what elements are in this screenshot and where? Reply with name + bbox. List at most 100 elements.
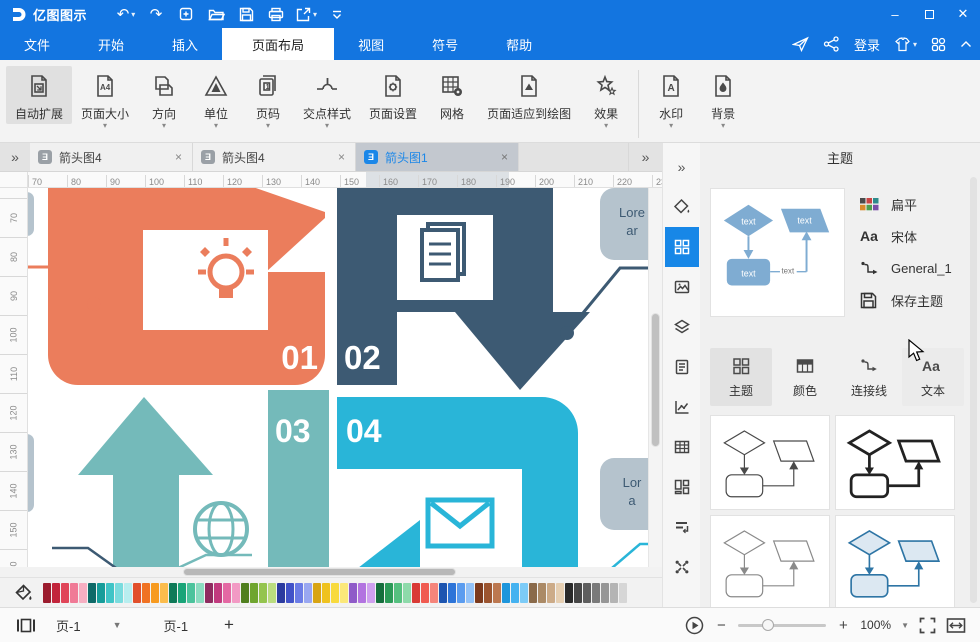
color-swatch[interactable] [232, 583, 240, 603]
menu-item-symbols[interactable]: 符号 [408, 28, 482, 60]
page-selector-caret-icon[interactable]: ▼ [113, 620, 122, 630]
print-button[interactable] [263, 3, 289, 25]
presentation-play-button[interactable] [685, 616, 704, 635]
chart-panel-icon[interactable] [665, 387, 699, 427]
menu-item-page-layout[interactable]: 页面布局 [222, 28, 334, 60]
align-panel-icon[interactable] [665, 507, 699, 547]
export-caret-icon[interactable]: ▾ [313, 10, 317, 19]
color-swatch[interactable] [70, 583, 78, 603]
customize-quick-access-button[interactable] [324, 3, 350, 25]
color-swatch[interactable] [169, 583, 177, 603]
current-theme-preview[interactable]: text text text text [710, 188, 845, 317]
color-swatch[interactable] [358, 583, 366, 603]
color-swatch[interactable] [511, 583, 519, 603]
step-02-shape[interactable]: 02 [337, 188, 590, 390]
collapse-ribbon-icon[interactable] [960, 40, 972, 48]
theme-connector-row[interactable]: General_1 [860, 257, 952, 279]
color-swatch[interactable] [475, 583, 483, 603]
color-swatch[interactable] [160, 583, 168, 603]
undo-caret-icon[interactable]: ▾ [131, 10, 135, 19]
notes-panel-icon[interactable] [665, 347, 699, 387]
color-swatch[interactable] [151, 583, 159, 603]
color-swatch[interactable] [502, 583, 510, 603]
themes-panel-icon[interactable] [665, 227, 699, 267]
add-page-button[interactable]: + [224, 615, 234, 635]
step-03-shape[interactable]: 03 [78, 390, 329, 567]
effects-button[interactable]: 效果 ▾ [580, 66, 632, 132]
zoom-level[interactable]: 100% [860, 618, 891, 632]
connector-slate-bottom[interactable] [52, 548, 116, 567]
color-swatch[interactable] [295, 583, 303, 603]
menu-item-home[interactable]: 开始 [74, 28, 148, 60]
color-swatch[interactable] [421, 583, 429, 603]
zoom-out-button[interactable]: − [714, 617, 728, 634]
color-swatch[interactable] [448, 583, 456, 603]
watermark-button[interactable]: A 水印 ▾ [645, 66, 697, 132]
color-swatch[interactable] [529, 583, 537, 603]
side-label-bottom[interactable]: Lor a [600, 458, 648, 530]
auto-expand-button[interactable]: 自动扩展 [6, 66, 72, 124]
zoom-level-caret-icon[interactable]: ▼ [901, 621, 909, 630]
zoom-in-button[interactable]: + [836, 617, 850, 634]
color-swatch[interactable] [439, 583, 447, 603]
color-swatch[interactable] [142, 583, 150, 603]
color-swatch[interactable] [457, 583, 465, 603]
grid-button[interactable]: 网格 [426, 66, 478, 124]
color-swatch[interactable] [340, 583, 348, 603]
close-tab-icon[interactable]: × [173, 150, 184, 164]
orientation-button[interactable]: 方向 ▾ [138, 66, 190, 132]
close-tab-icon[interactable]: × [499, 150, 510, 164]
save-theme-row[interactable]: 保存主题 [860, 289, 952, 311]
color-swatch[interactable] [241, 583, 249, 603]
color-swatch[interactable] [304, 583, 312, 603]
theme-thumbnail-thin[interactable] [710, 415, 830, 510]
step-01-shape[interactable]: 01 [48, 188, 325, 385]
color-swatch[interactable] [367, 583, 375, 603]
color-swatch[interactable] [376, 583, 384, 603]
color-swatch[interactable] [583, 583, 591, 603]
tab-colors[interactable]: 颜色 [774, 348, 836, 406]
tab-scroll-right-icon[interactable]: » [628, 143, 662, 171]
fit-page-to-drawing-button[interactable]: 页面适应到绘图 [478, 66, 580, 124]
minimize-button[interactable]: – [878, 0, 912, 28]
doc-tab-3-active[interactable]: Ǝ 箭头图1 × [356, 143, 519, 171]
page-number-button[interactable]: 1 页码 ▾ [242, 66, 294, 132]
color-swatch[interactable] [205, 583, 213, 603]
units-button[interactable]: 单位 ▾ [190, 66, 242, 132]
maximize-button[interactable] [912, 0, 946, 28]
color-swatch[interactable] [187, 583, 195, 603]
doc-tab-1[interactable]: Ǝ 箭头图4 × [30, 143, 193, 171]
menu-item-insert[interactable]: 插入 [148, 28, 222, 60]
color-swatch[interactable] [385, 583, 393, 603]
color-swatch[interactable] [331, 583, 339, 603]
theme-thumbnail-blue[interactable] [835, 515, 955, 607]
step-04-shape[interactable]: 04 [337, 397, 578, 567]
tab-scroll-left-icon[interactable]: » [0, 143, 30, 171]
theme-font-row[interactable]: Aa 宋体 [860, 225, 952, 247]
horizontal-scrollbar-thumb[interactable] [183, 568, 456, 576]
theme-thumbnail-gray[interactable] [710, 515, 830, 607]
login-button[interactable]: 登录 [854, 35, 880, 54]
color-swatch[interactable] [412, 583, 420, 603]
menu-item-file[interactable]: 文件 [0, 28, 74, 60]
page-overview-icon[interactable] [16, 617, 36, 634]
color-swatch[interactable] [547, 583, 555, 603]
table-panel-icon[interactable] [665, 427, 699, 467]
background-button[interactable]: 背景 ▾ [697, 66, 749, 132]
page-setup-button[interactable]: 页面设置 [360, 66, 426, 124]
redo-button[interactable]: ↷ [143, 3, 169, 25]
color-swatch[interactable] [259, 583, 267, 603]
color-swatch[interactable] [565, 583, 573, 603]
fill-style-icon[interactable] [665, 187, 699, 227]
shirt-caret-icon[interactable]: ▾ [913, 40, 917, 49]
color-swatch[interactable] [619, 583, 627, 603]
color-swatch[interactable] [556, 583, 564, 603]
connector-teal-bottom[interactable] [178, 555, 252, 567]
color-swatch[interactable] [88, 583, 96, 603]
apps-grid-icon[interactable] [931, 37, 946, 52]
fullscreen-button[interactable] [919, 617, 936, 634]
color-swatch[interactable] [601, 583, 609, 603]
undo-button[interactable]: ↶▾ [113, 3, 139, 25]
horizontal-scrollbar[interactable] [0, 567, 662, 577]
menu-item-view[interactable]: 视图 [334, 28, 408, 60]
